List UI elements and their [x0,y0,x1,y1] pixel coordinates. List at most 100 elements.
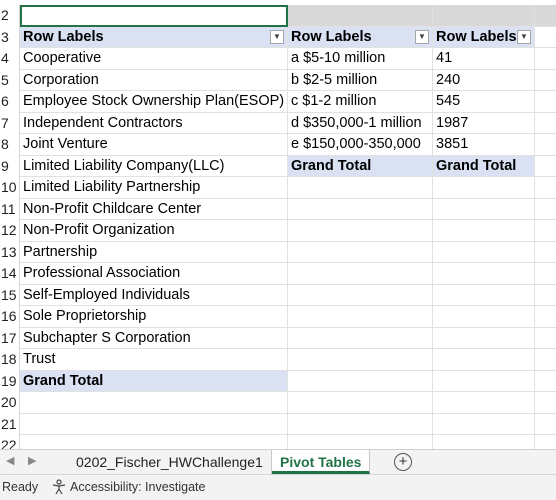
row-number[interactable]: 11 [0,198,20,220]
cell[interactable] [433,198,535,220]
cell[interactable] [433,220,535,242]
cell[interactable] [288,349,433,371]
row-number[interactable]: 5 [0,69,20,91]
pivot1-item-cell[interactable]: Professional Association [20,263,288,285]
accessibility-status[interactable]: Accessibility: Investigate [70,480,205,494]
pivot1-item-cell[interactable]: Self-Employed Individuals [20,284,288,306]
pivot1-item-cell[interactable]: Limited Liability Company(LLC) [20,155,288,177]
pivot2-item-cell[interactable]: a $5-10 million [288,48,433,70]
cell[interactable] [288,327,433,349]
cell[interactable] [288,220,433,242]
cell[interactable] [433,435,535,449]
pivot3-item-cell[interactable]: 545 [433,91,535,113]
cell[interactable] [433,370,535,392]
cell[interactable] [535,414,556,435]
pivot3-item-cell[interactable]: 1987 [433,112,535,134]
cell[interactable] [288,435,433,449]
filter-dropdown-icon[interactable]: ▼ [517,29,531,44]
cell[interactable] [535,306,556,328]
cell[interactable] [535,242,556,263]
cell[interactable] [535,91,556,113]
chevron-right-icon[interactable]: ▶ [28,454,36,467]
cell[interactable] [433,177,535,199]
pivot1-header-cell[interactable]: Row Labels ▼ [20,26,288,48]
pivot1-item-cell[interactable]: Cooperative [20,48,288,70]
pivot2-item-cell[interactable]: b $2-5 million [288,69,433,91]
row-number[interactable]: 22 [0,435,20,449]
cell[interactable] [288,392,433,414]
pivot1-item-cell[interactable]: Partnership [20,241,288,263]
cell[interactable] [433,413,535,435]
cell[interactable] [433,349,535,371]
cell[interactable] [20,392,288,414]
cell[interactable] [288,284,433,306]
cell[interactable] [288,241,433,263]
row-number[interactable]: 2 [0,5,20,27]
cell[interactable] [433,263,535,285]
pivot1-item-cell[interactable]: Subchapter S Corporation [20,327,288,349]
pivot3-header-cell[interactable]: Row Labels ▼ [433,26,535,48]
active-cell[interactable] [20,5,288,27]
cell[interactable] [535,156,556,177]
pivot2-item-cell[interactable]: c $1-2 million [288,91,433,113]
filter-dropdown-icon[interactable]: ▼ [270,29,284,44]
cell[interactable] [20,435,288,449]
cell[interactable] [535,220,556,242]
row-number[interactable]: 15 [0,284,20,306]
cell[interactable] [433,284,535,306]
pivot3-item-cell[interactable]: 3851 [433,134,535,156]
pivot1-item-cell[interactable]: Joint Venture [20,134,288,156]
sheet-tab[interactable]: 0202_Fischer_HWChallenge1 [68,450,272,474]
pivot1-item-cell[interactable]: Trust [20,349,288,371]
pivot1-item-cell[interactable]: Non-Profit Childcare Center [20,198,288,220]
cell[interactable] [288,198,433,220]
filter-dropdown-icon[interactable]: ▼ [415,29,429,44]
cell[interactable] [20,413,288,435]
cell[interactable] [535,177,556,199]
cell[interactable] [288,306,433,328]
cell[interactable] [288,370,433,392]
row-number[interactable]: 16 [0,306,20,328]
row-number[interactable]: 21 [0,413,20,435]
pivot3-item-cell[interactable]: 41 [433,48,535,70]
cell[interactable] [535,27,556,48]
pivot1-item-cell[interactable]: Sole Proprietorship [20,306,288,328]
pivot2-item-cell[interactable]: e $150,000-350,000 [288,134,433,156]
pivot1-item-cell[interactable]: Employee Stock Ownership Plan(ESOP) [20,91,288,113]
row-number[interactable]: 4 [0,48,20,70]
row-number[interactable]: 19 [0,370,20,392]
cell[interactable] [433,327,535,349]
pivot3-grand-total-cell[interactable]: Grand Total [433,155,535,177]
row-number[interactable]: 3 [0,26,20,48]
cell[interactable] [433,392,535,414]
pivot2-header-cell[interactable]: Row Labels ▼ [288,26,433,48]
row-number[interactable]: 20 [0,392,20,414]
row-number[interactable]: 8 [0,134,20,156]
cell[interactable] [535,371,556,392]
sheet-tab-active[interactable]: Pivot Tables [272,450,371,474]
pivot1-item-cell[interactable]: Corporation [20,69,288,91]
pivot2-grand-total-cell[interactable]: Grand Total [288,155,433,177]
row-number[interactable]: 7 [0,112,20,134]
cell[interactable] [535,435,556,449]
cell[interactable] [433,5,535,27]
cell[interactable] [535,328,556,349]
cell[interactable] [535,48,556,70]
cell[interactable] [535,392,556,414]
worksheet-grid[interactable]: 2 3 Row Labels ▼ Row Labels ▼ Row Labels… [0,5,556,449]
cell[interactable] [535,70,556,91]
pivot1-item-cell[interactable]: Limited Liability Partnership [20,177,288,199]
cell[interactable] [535,5,556,27]
cell[interactable] [535,113,556,134]
row-number[interactable]: 6 [0,91,20,113]
row-number[interactable]: 12 [0,220,20,242]
cell[interactable] [433,241,535,263]
row-number[interactable]: 9 [0,155,20,177]
pivot3-item-cell[interactable]: 240 [433,69,535,91]
chevron-left-icon[interactable]: ◀ [6,454,14,467]
row-number[interactable]: 13 [0,241,20,263]
pivot1-item-cell[interactable]: Independent Contractors [20,112,288,134]
row-number[interactable]: 17 [0,327,20,349]
cell[interactable] [288,263,433,285]
pivot2-item-cell[interactable]: d $350,000-1 million [288,112,433,134]
